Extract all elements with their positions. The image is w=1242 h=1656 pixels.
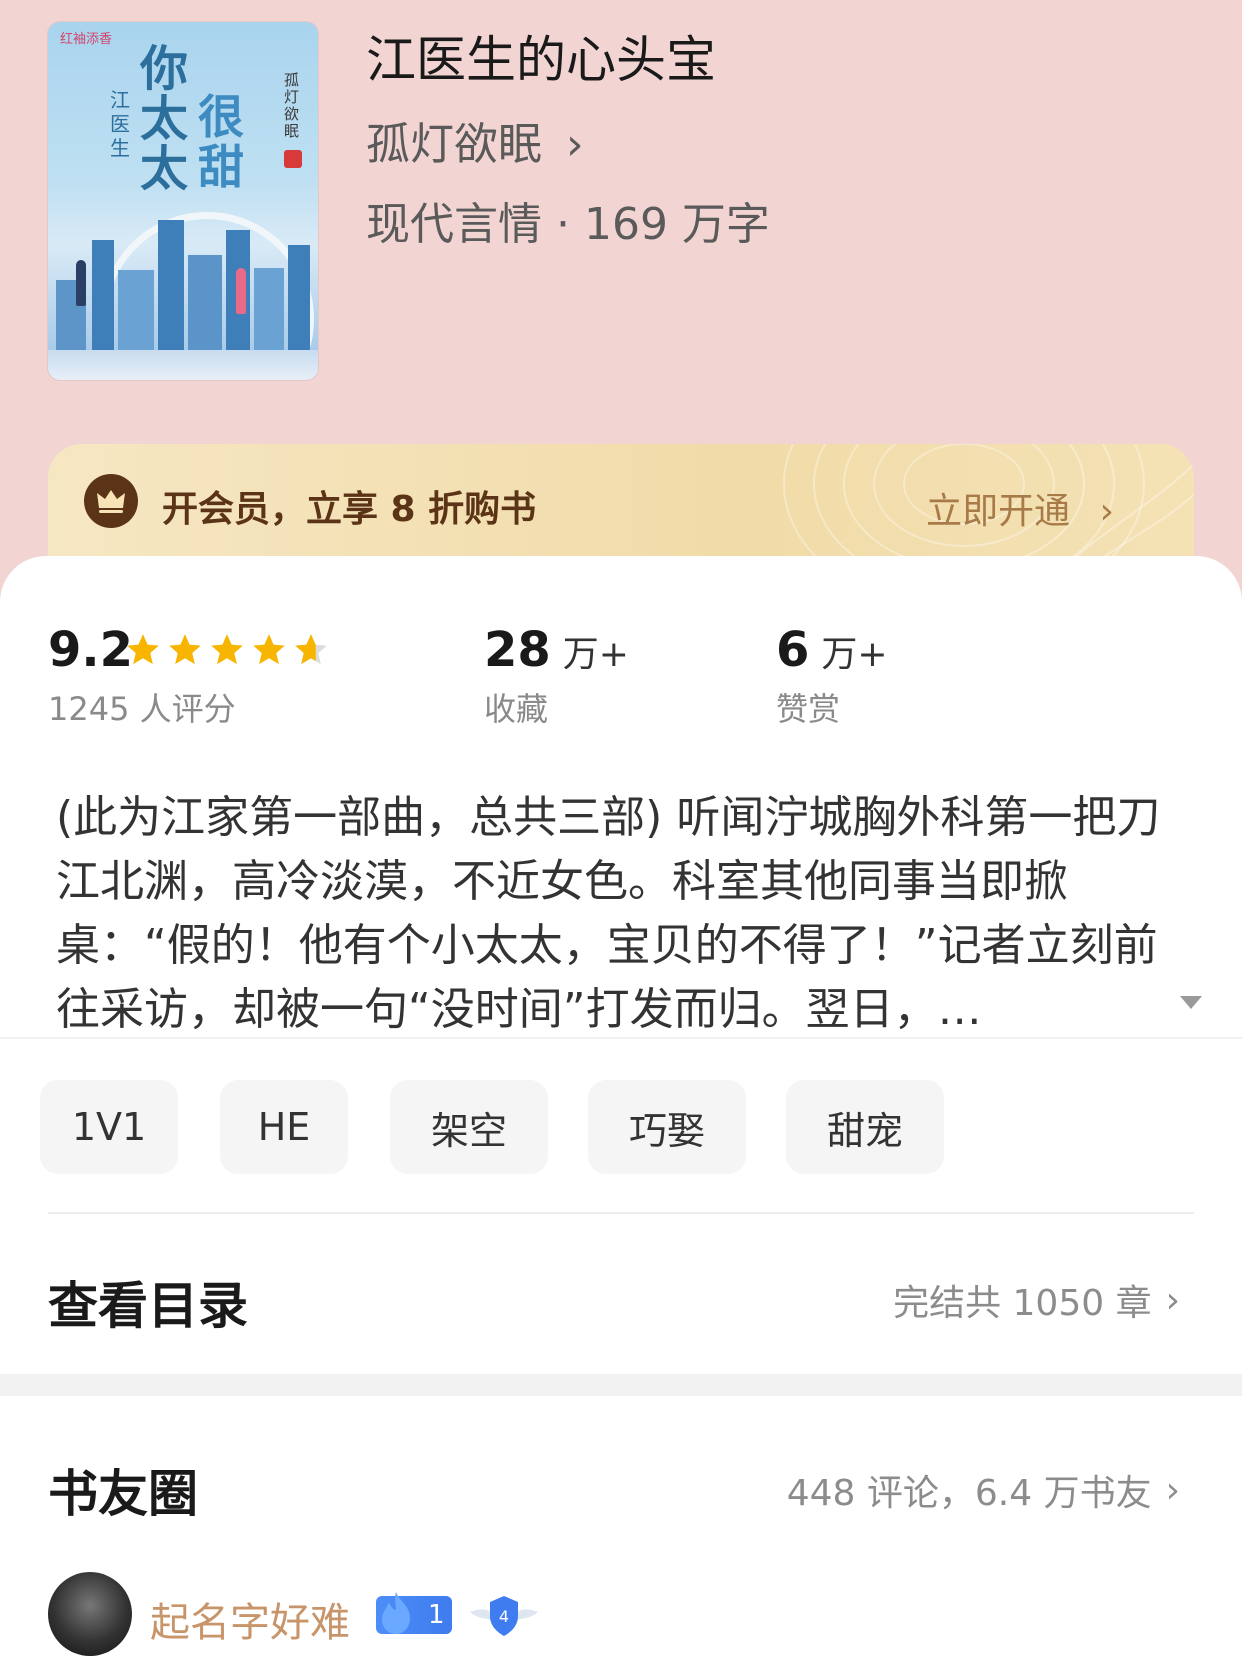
cover-author: 孤灯欲眠 [284,71,300,140]
cover-title-line1: 你太太 [140,41,189,197]
chevron-right-icon: › [566,119,584,170]
star-icon [211,634,243,665]
tag-chip[interactable]: 巧娶 [588,1080,746,1174]
chevron-right-icon: › [1165,1279,1180,1321]
favorites-value: 28 [484,622,551,678]
badge-level-value: 4 [499,1607,509,1626]
favorites-stat[interactable]: 28 万+ 收藏 [484,622,629,730]
shield-level-badge-icon: 4 [470,1596,538,1636]
tag-chip[interactable]: 架空 [390,1080,548,1174]
fan-level-badge: 1 [376,1592,452,1634]
chevron-right-icon: › [1165,1469,1180,1511]
rating-count: 1245 人评分 [48,690,236,728]
star-icon [169,634,201,665]
cover-building [188,255,222,350]
cover-building [158,220,184,350]
cover-title-line2: 很甜 [198,90,244,194]
rating-stars [124,628,330,672]
cover-figure-man [76,260,86,306]
post-username[interactable]: 起名字好难 [150,1590,350,1648]
avatar[interactable] [48,1572,132,1656]
book-cover[interactable]: 红袖添香 你太太 很甜 江医生 孤灯欲眠 [48,22,318,380]
section-separator [0,1374,1242,1396]
star-icon [253,634,285,665]
catalog-link[interactable]: 完结共 1050 章 › [893,1274,1180,1326]
crown-icon [84,474,138,528]
flame-icon [382,1592,410,1634]
favorites-label: 收藏 [484,690,549,728]
book-description[interactable]: (此为江家第一部曲，总共三部) 听闻泞城胸外科第一把刀江北渊，高冷淡漠，不近女色… [56,786,1196,1042]
community-link[interactable]: 448 评论，6.4 万书友 › [787,1464,1180,1516]
cover-building [288,245,310,350]
cover-seal [284,150,302,168]
tips-label: 赞赏 [776,690,841,728]
divider [0,1037,1242,1039]
vip-promo-text: 开会员，立享 8 折购书 [162,489,537,530]
book-title: 江医生的心头宝 [366,31,716,89]
star-icon [127,634,159,665]
catalog-title[interactable]: 查看目录 [48,1266,248,1338]
chevron-right-icon: › [1099,491,1114,532]
expand-down-icon[interactable] [1180,996,1202,1009]
vip-activate-label: 立即开通 [926,491,1071,532]
fan-level-value: 1 [428,1600,445,1630]
cover-logo: 红袖添香 [60,32,113,47]
author-name: 孤灯欲眠 [366,119,542,170]
cover-building [254,268,284,350]
tips-unit: 万+ [821,634,888,675]
star-half-icon [295,634,327,665]
book-meta: 现代言情 · 169 万字 [366,199,770,250]
tips-value: 6 [776,622,810,678]
cover-subtitle: 江医生 [110,88,130,160]
tag-chip[interactable]: HE [220,1080,348,1174]
cover-floor [48,350,318,380]
tag-chip[interactable]: 甜宠 [786,1080,944,1174]
tips-stat[interactable]: 6 万+ 赞赏 [776,622,888,730]
favorites-unit: 万+ [562,634,629,675]
community-summary: 448 评论，6.4 万书友 [786,1473,1152,1514]
tag-chip[interactable]: 1V1 [40,1080,178,1174]
author-link[interactable]: 孤灯欲眠 › [366,108,584,172]
divider [48,1212,1194,1214]
cover-building [118,270,154,350]
vip-activate-button[interactable]: 立即开通 › [926,482,1114,534]
catalog-status: 完结共 1050 章 [893,1283,1152,1324]
cover-figure-woman [236,268,246,314]
community-title[interactable]: 书友圈 [48,1454,198,1526]
cover-building [92,240,114,350]
